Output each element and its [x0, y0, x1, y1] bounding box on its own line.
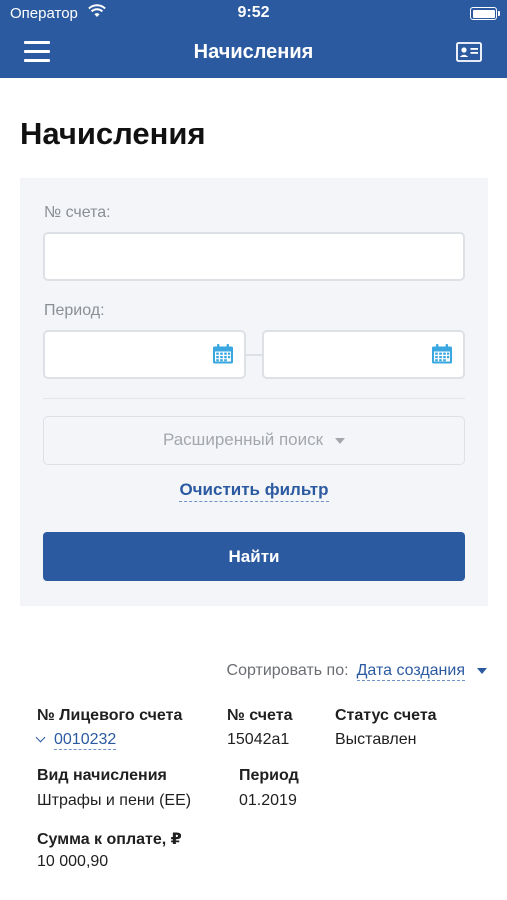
period-header: Период — [239, 767, 299, 784]
filter-divider — [43, 398, 465, 399]
invoice-number-header: № счета — [227, 707, 293, 724]
period-label: Период: — [44, 302, 105, 319]
sort-value-dropdown[interactable]: Дата создания — [356, 662, 465, 681]
sort-control: Сортировать по: Дата создания — [226, 662, 487, 681]
calendar-icon[interactable] — [431, 344, 453, 364]
filter-panel: № счета: Период: Расширенный поиск Очист… — [20, 178, 488, 606]
period-separator — [244, 354, 262, 356]
personal-account-link[interactable]: 0010232 — [35, 731, 117, 750]
account-number-input[interactable] — [43, 232, 465, 281]
find-button[interactable]: Найти — [43, 532, 465, 581]
chevron-down-icon[interactable] — [35, 732, 46, 743]
clock: 9:52 — [237, 4, 270, 21]
sort-label: Сортировать по: — [226, 662, 349, 679]
advanced-search-button[interactable]: Расширенный поиск — [43, 416, 465, 465]
navigation-bar: Начисления — [0, 28, 507, 78]
period-from-input[interactable] — [43, 330, 246, 379]
invoice-status-header: Статус счета — [335, 707, 437, 724]
status-bar: Оператор 9:52 — [0, 0, 507, 28]
charge-type-value: Штрафы и пени (ЕЕ) — [37, 792, 192, 809]
caret-down-icon — [335, 437, 346, 444]
account-number-label: № счета: — [44, 204, 111, 221]
clear-filter-link[interactable]: Очистить фильтр — [179, 480, 329, 502]
amount-header: Сумма к оплате, ₽ — [37, 831, 182, 848]
id-card-icon[interactable] — [456, 42, 482, 62]
clear-filter: Очистить фильтр — [20, 480, 488, 502]
page-title: Начисления — [20, 116, 206, 151]
charge-type-header: Вид начисления — [37, 767, 167, 784]
nav-title: Начисления — [193, 41, 314, 63]
period-value: 01.2019 — [239, 792, 297, 809]
battery-icon — [470, 7, 500, 20]
personal-account-header: № Лицевого счета — [37, 707, 183, 724]
amount-value: 10 000,90 — [37, 853, 109, 870]
period-to-input[interactable] — [262, 330, 465, 379]
calendar-icon[interactable] — [212, 344, 234, 364]
caret-down-icon[interactable] — [477, 667, 487, 674]
invoice-status-value: Выставлен — [335, 731, 417, 748]
invoice-number-value: 15042а1 — [227, 731, 290, 748]
personal-account-number[interactable]: 0010232 — [54, 731, 117, 750]
advanced-search-label: Расширенный поиск — [162, 430, 324, 449]
